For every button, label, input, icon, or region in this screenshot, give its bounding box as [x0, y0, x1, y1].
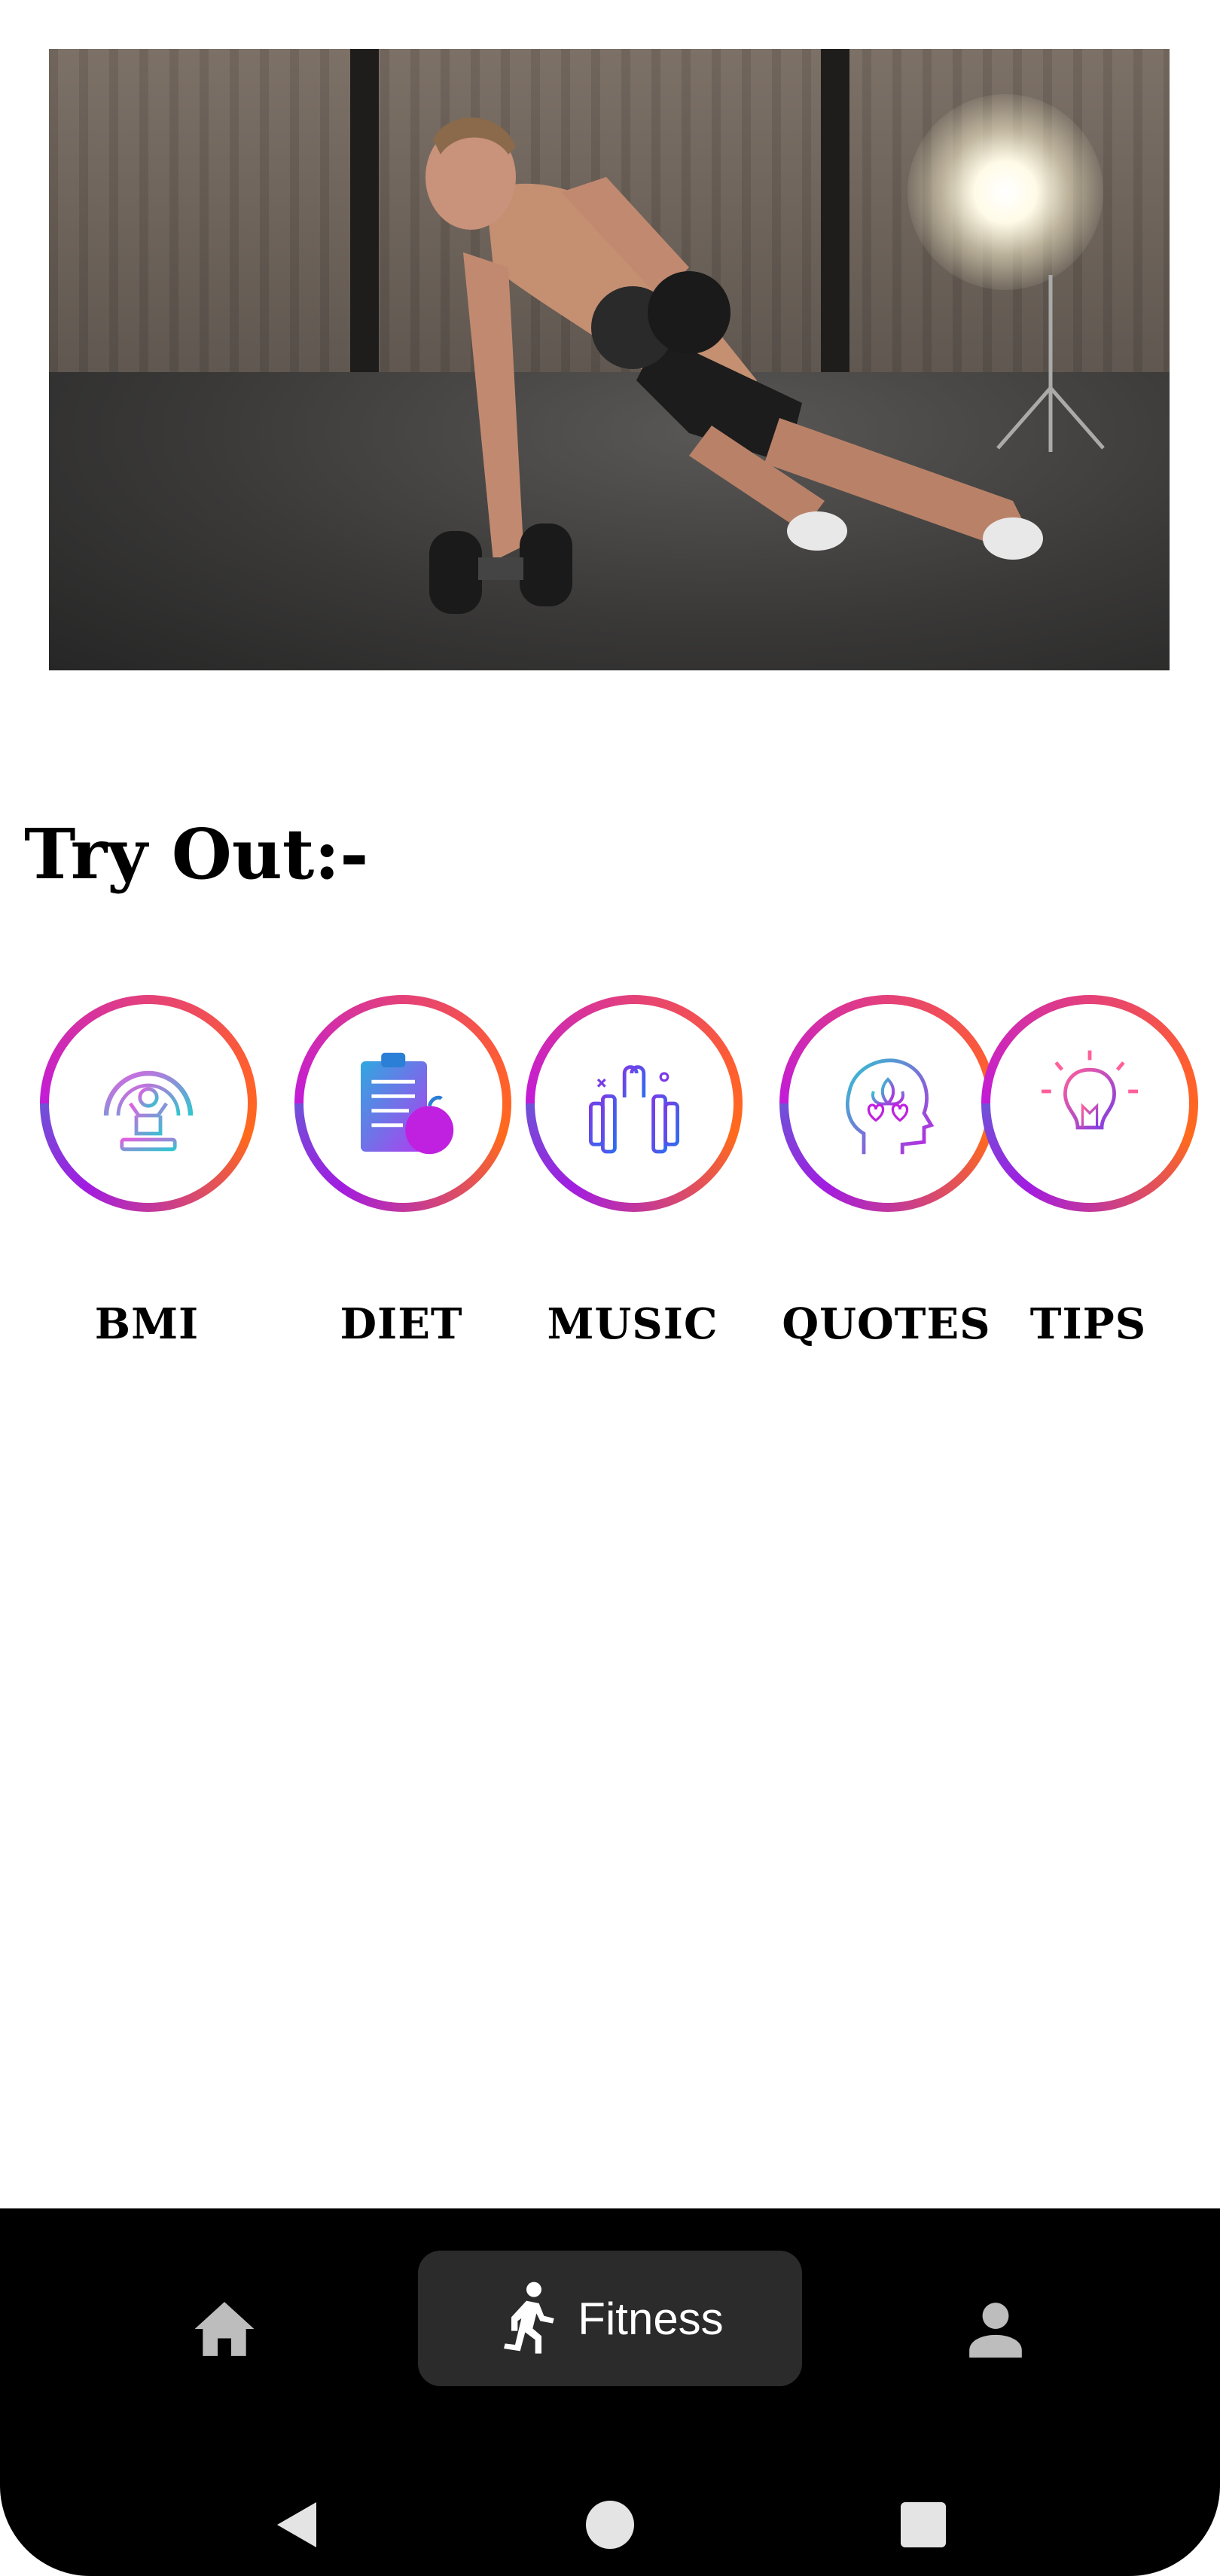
bottom-nav: Fitness [0, 2208, 1220, 2576]
home-icon [194, 2302, 255, 2356]
nav-profile-button[interactable] [950, 2284, 1041, 2374]
light-bulb-icon [1042, 1050, 1138, 1152]
home-circle-icon[interactable] [586, 2501, 634, 2549]
feature-label[interactable]: DIET [288, 1299, 514, 1349]
feature-label[interactable]: QUOTES [773, 1299, 999, 1349]
feature-label[interactable]: BMI [34, 1299, 260, 1349]
section-title: Try Out:- [24, 813, 369, 895]
feature-diet[interactable]: DIET [288, 990, 514, 1349]
dumbbell-earbuds-icon [589, 1065, 679, 1154]
back-triangle-icon[interactable] [265, 2495, 325, 2555]
head-lotus-icon [846, 1058, 935, 1155]
recents-square-icon[interactable] [901, 2502, 946, 2547]
nav-home-button[interactable] [179, 2284, 270, 2374]
feature-ring[interactable] [981, 995, 1198, 1212]
feature-label[interactable]: TIPS [975, 1299, 1201, 1349]
feature-music[interactable]: MUSIC [520, 990, 746, 1349]
feature-ring[interactable] [779, 995, 996, 1212]
nav-fitness-button[interactable]: Fitness [418, 2251, 802, 2386]
feature-ring[interactable] [526, 995, 743, 1212]
person-icon [969, 2303, 1022, 2358]
feature-tips[interactable]: TIPS [975, 990, 1201, 1349]
feature-quotes[interactable]: QUOTES [773, 990, 999, 1349]
clipboard-apple-icon [361, 1052, 454, 1155]
hero-athlete [425, 118, 1043, 614]
feature-bmi[interactable]: BMI [34, 990, 260, 1349]
feature-label[interactable]: MUSIC [520, 1299, 746, 1349]
bmi-meter-icon [103, 1070, 194, 1152]
feature-ring[interactable] [40, 995, 257, 1212]
hero-image [49, 49, 1170, 670]
running-person-icon [504, 2281, 554, 2354]
nav-fitness-label[interactable]: Fitness [578, 2293, 723, 2345]
feature-ring[interactable] [294, 995, 511, 1212]
